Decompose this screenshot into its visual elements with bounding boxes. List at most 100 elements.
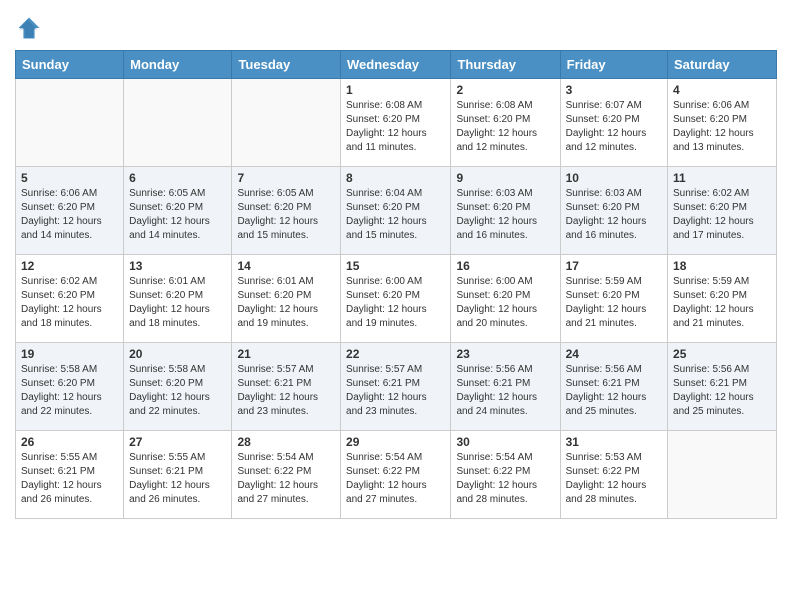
day-number: 13 xyxy=(129,259,226,273)
logo xyxy=(15,14,45,42)
weekday-header: Wednesday xyxy=(341,51,451,79)
day-info: Sunrise: 6:05 AM Sunset: 6:20 PM Dayligh… xyxy=(237,187,335,243)
day-number: 4 xyxy=(673,83,771,97)
calendar-cell: 27 Sunrise: 5:55 AM Sunset: 6:21 PM Dayli… xyxy=(124,431,232,519)
calendar-cell: 19 Sunrise: 5:58 AM Sunset: 6:20 PM Dayli… xyxy=(16,343,124,431)
day-info: Sunrise: 6:00 AM Sunset: 6:20 PM Dayligh… xyxy=(456,275,554,331)
weekday-header: Friday xyxy=(560,51,667,79)
day-number: 24 xyxy=(566,347,662,361)
day-number: 18 xyxy=(673,259,771,273)
day-number: 15 xyxy=(346,259,445,273)
day-info: Sunrise: 6:00 AM Sunset: 6:20 PM Dayligh… xyxy=(346,275,445,331)
calendar-cell: 6 Sunrise: 6:05 AM Sunset: 6:20 PM Daylig… xyxy=(124,167,232,255)
day-info: Sunrise: 5:56 AM Sunset: 6:21 PM Dayligh… xyxy=(456,363,554,419)
calendar-cell xyxy=(124,79,232,167)
weekday-header: Thursday xyxy=(451,51,560,79)
day-number: 31 xyxy=(566,435,662,449)
day-number: 6 xyxy=(129,171,226,185)
calendar-cell: 29 Sunrise: 5:54 AM Sunset: 6:22 PM Dayli… xyxy=(341,431,451,519)
calendar-cell xyxy=(232,79,341,167)
day-number: 7 xyxy=(237,171,335,185)
day-number: 10 xyxy=(566,171,662,185)
calendar-cell: 2 Sunrise: 6:08 AM Sunset: 6:20 PM Daylig… xyxy=(451,79,560,167)
day-number: 23 xyxy=(456,347,554,361)
day-info: Sunrise: 6:05 AM Sunset: 6:20 PM Dayligh… xyxy=(129,187,226,243)
day-info: Sunrise: 5:57 AM Sunset: 6:21 PM Dayligh… xyxy=(346,363,445,419)
day-info: Sunrise: 6:02 AM Sunset: 6:20 PM Dayligh… xyxy=(673,187,771,243)
calendar-cell: 10Sunrise: 6:03 AM Sunset: 6:20 PM Dayli… xyxy=(560,167,667,255)
day-info: Sunrise: 6:02 AM Sunset: 6:20 PM Dayligh… xyxy=(21,275,118,331)
day-number: 5 xyxy=(21,171,118,185)
calendar-cell: 8 Sunrise: 6:04 AM Sunset: 6:20 PM Daylig… xyxy=(341,167,451,255)
day-info: Sunrise: 6:07 AM Sunset: 6:20 PM Dayligh… xyxy=(566,99,662,155)
day-number: 28 xyxy=(237,435,335,449)
calendar-cell xyxy=(16,79,124,167)
day-info: Sunrise: 6:01 AM Sunset: 6:20 PM Dayligh… xyxy=(237,275,335,331)
day-number: 16 xyxy=(456,259,554,273)
calendar-cell: 17Sunrise: 5:59 AM Sunset: 6:20 PM Dayli… xyxy=(560,255,667,343)
calendar-week: 12 Sunrise: 6:02 AM Sunset: 6:20 PM Dayli… xyxy=(16,255,777,343)
calendar-cell: 20 Sunrise: 5:58 AM Sunset: 6:20 PM Dayli… xyxy=(124,343,232,431)
weekday-header: Monday xyxy=(124,51,232,79)
day-number: 11 xyxy=(673,171,771,185)
day-number: 12 xyxy=(21,259,118,273)
day-info: Sunrise: 6:04 AM Sunset: 6:20 PM Dayligh… xyxy=(346,187,445,243)
calendar-cell: 9 Sunrise: 6:03 AM Sunset: 6:20 PM Daylig… xyxy=(451,167,560,255)
day-number: 19 xyxy=(21,347,118,361)
calendar-cell: 28 Sunrise: 5:54 AM Sunset: 6:22 PM Dayli… xyxy=(232,431,341,519)
day-info: Sunrise: 5:55 AM Sunset: 6:21 PM Dayligh… xyxy=(21,451,118,507)
calendar-cell: 4 Sunrise: 6:06 AM Sunset: 6:20 PM Daylig… xyxy=(668,79,777,167)
header xyxy=(15,10,777,42)
page: SundayMondayTuesdayWednesdayThursdayFrid… xyxy=(0,0,792,612)
calendar-cell: 11 Sunrise: 6:02 AM Sunset: 6:20 PM Dayli… xyxy=(668,167,777,255)
calendar-cell: 18 Sunrise: 5:59 AM Sunset: 6:20 PM Dayli… xyxy=(668,255,777,343)
day-number: 20 xyxy=(129,347,226,361)
day-info: Sunrise: 5:59 AM Sunset: 6:20 PM Dayligh… xyxy=(566,275,662,331)
day-info: Sunrise: 5:54 AM Sunset: 6:22 PM Dayligh… xyxy=(237,451,335,507)
weekday-header: Sunday xyxy=(16,51,124,79)
day-info: Sunrise: 6:06 AM Sunset: 6:20 PM Dayligh… xyxy=(21,187,118,243)
calendar-cell: 26Sunrise: 5:55 AM Sunset: 6:21 PM Dayli… xyxy=(16,431,124,519)
day-number: 8 xyxy=(346,171,445,185)
calendar-cell: 3 Sunrise: 6:07 AM Sunset: 6:20 PM Daylig… xyxy=(560,79,667,167)
day-number: 9 xyxy=(456,171,554,185)
weekday-header: Saturday xyxy=(668,51,777,79)
calendar-cell: 30Sunrise: 5:54 AM Sunset: 6:22 PM Dayli… xyxy=(451,431,560,519)
calendar-cell: 15 Sunrise: 6:00 AM Sunset: 6:20 PM Dayli… xyxy=(341,255,451,343)
calendar-cell: 21 Sunrise: 5:57 AM Sunset: 6:21 PM Dayli… xyxy=(232,343,341,431)
day-number: 14 xyxy=(237,259,335,273)
calendar-cell: 7 Sunrise: 6:05 AM Sunset: 6:20 PM Daylig… xyxy=(232,167,341,255)
calendar-cell: 13 Sunrise: 6:01 AM Sunset: 6:20 PM Dayli… xyxy=(124,255,232,343)
calendar-cell: 31Sunrise: 5:53 AM Sunset: 6:22 PM Dayli… xyxy=(560,431,667,519)
calendar-cell: 1Sunrise: 6:08 AM Sunset: 6:20 PM Daylig… xyxy=(341,79,451,167)
day-info: Sunrise: 5:55 AM Sunset: 6:21 PM Dayligh… xyxy=(129,451,226,507)
day-info: Sunrise: 5:56 AM Sunset: 6:21 PM Dayligh… xyxy=(673,363,771,419)
day-number: 29 xyxy=(346,435,445,449)
day-info: Sunrise: 5:54 AM Sunset: 6:22 PM Dayligh… xyxy=(346,451,445,507)
day-info: Sunrise: 6:03 AM Sunset: 6:20 PM Dayligh… xyxy=(456,187,554,243)
day-info: Sunrise: 6:01 AM Sunset: 6:20 PM Dayligh… xyxy=(129,275,226,331)
calendar-week: 5 Sunrise: 6:06 AM Sunset: 6:20 PM Daylig… xyxy=(16,167,777,255)
day-info: Sunrise: 6:08 AM Sunset: 6:20 PM Dayligh… xyxy=(456,99,554,155)
day-info: Sunrise: 5:58 AM Sunset: 6:20 PM Dayligh… xyxy=(21,363,118,419)
calendar-cell xyxy=(668,431,777,519)
day-info: Sunrise: 5:56 AM Sunset: 6:21 PM Dayligh… xyxy=(566,363,662,419)
day-number: 25 xyxy=(673,347,771,361)
day-number: 3 xyxy=(566,83,662,97)
day-info: Sunrise: 6:08 AM Sunset: 6:20 PM Dayligh… xyxy=(346,99,445,155)
calendar-week: 1Sunrise: 6:08 AM Sunset: 6:20 PM Daylig… xyxy=(16,79,777,167)
day-info: Sunrise: 5:57 AM Sunset: 6:21 PM Dayligh… xyxy=(237,363,335,419)
day-info: Sunrise: 5:58 AM Sunset: 6:20 PM Dayligh… xyxy=(129,363,226,419)
calendar-week: 19 Sunrise: 5:58 AM Sunset: 6:20 PM Dayli… xyxy=(16,343,777,431)
calendar-cell: 23 Sunrise: 5:56 AM Sunset: 6:21 PM Dayli… xyxy=(451,343,560,431)
calendar-cell: 22Sunrise: 5:57 AM Sunset: 6:21 PM Dayli… xyxy=(341,343,451,431)
day-number: 21 xyxy=(237,347,335,361)
calendar-cell: 14 Sunrise: 6:01 AM Sunset: 6:20 PM Dayli… xyxy=(232,255,341,343)
calendar-cell: 12 Sunrise: 6:02 AM Sunset: 6:20 PM Dayli… xyxy=(16,255,124,343)
day-info: Sunrise: 6:06 AM Sunset: 6:20 PM Dayligh… xyxy=(673,99,771,155)
calendar-week: 26Sunrise: 5:55 AM Sunset: 6:21 PM Dayli… xyxy=(16,431,777,519)
day-info: Sunrise: 5:59 AM Sunset: 6:20 PM Dayligh… xyxy=(673,275,771,331)
day-number: 30 xyxy=(456,435,554,449)
day-number: 27 xyxy=(129,435,226,449)
day-number: 2 xyxy=(456,83,554,97)
